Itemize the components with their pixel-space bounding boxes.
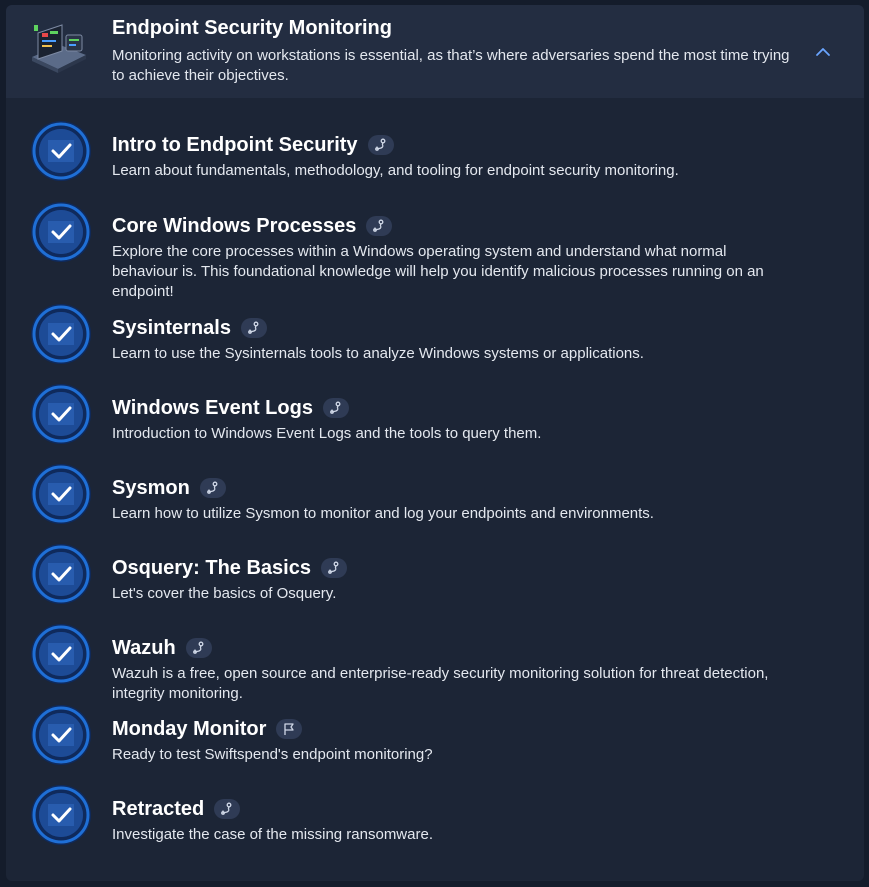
room-description: Learn to use the Sysinternals tools to a… xyxy=(112,345,644,362)
laptop-dashboard-icon xyxy=(28,21,90,83)
room-title-row: Osquery: The Basics xyxy=(112,554,347,582)
walkthrough-icon xyxy=(185,638,212,658)
walkthrough-icon xyxy=(322,398,349,418)
module-description: Monitoring activity on workstations is e… xyxy=(112,47,790,84)
chevron-up-icon[interactable] xyxy=(812,41,834,63)
room-title-row: Retracted xyxy=(112,795,241,823)
walkthrough-icon xyxy=(320,558,347,578)
walkthrough-icon xyxy=(214,799,241,819)
room-badge-completed-icon[interactable] xyxy=(30,303,92,365)
room-title-row: Core Windows Processes xyxy=(112,212,393,240)
room-badge-completed-icon[interactable] xyxy=(30,120,92,182)
room-description: Learn how to utilize Sysmon to monitor a… xyxy=(112,505,654,522)
walkthrough-icon xyxy=(366,216,393,236)
room-title-row: Windows Event Logs xyxy=(112,394,349,422)
room-badge-completed-icon[interactable] xyxy=(30,623,92,685)
room-title[interactable]: Core Windows Processes xyxy=(112,215,356,238)
module-title: Endpoint Security Monitoring xyxy=(112,17,392,39)
room-badge-completed-icon[interactable] xyxy=(30,201,92,263)
room-title-row: Monday Monitor xyxy=(112,715,303,743)
room-badge-completed-icon[interactable] xyxy=(30,704,92,766)
room-title[interactable]: Osquery: The Basics xyxy=(112,557,311,580)
room-title-row: Wazuh xyxy=(112,634,212,662)
room-title-row: Sysinternals xyxy=(112,314,267,342)
module-panel: Endpoint Security Monitoring Monitoring … xyxy=(6,5,864,881)
room-badge-completed-icon[interactable] xyxy=(30,784,92,846)
room-badge-completed-icon[interactable] xyxy=(30,383,92,445)
room-badge-completed-icon[interactable] xyxy=(30,463,92,525)
room-title[interactable]: Windows Event Logs xyxy=(112,397,313,420)
walkthrough-icon xyxy=(367,135,394,155)
walkthrough-icon xyxy=(199,478,226,498)
room-title[interactable]: Intro to Endpoint Security xyxy=(112,134,358,157)
module-header[interactable]: Endpoint Security Monitoring Monitoring … xyxy=(6,5,864,98)
room-title[interactable]: Sysinternals xyxy=(112,317,231,340)
room-description: Explore the core processes within a Wind… xyxy=(112,243,764,300)
room-description: Learn about fundamentals, methodology, a… xyxy=(112,162,679,179)
room-title[interactable]: Monday Monitor xyxy=(112,718,266,741)
room-description: Let's cover the basics of Osquery. xyxy=(112,585,337,602)
walkthrough-icon xyxy=(240,318,267,338)
room-title-row: Intro to Endpoint Security xyxy=(112,131,394,159)
room-description: Ready to test Swiftspend's endpoint moni… xyxy=(112,746,433,763)
room-title[interactable]: Wazuh xyxy=(112,637,176,660)
room-title[interactable]: Sysmon xyxy=(112,477,190,500)
room-badge-completed-icon[interactable] xyxy=(30,543,92,605)
room-description: Introduction to Windows Event Logs and t… xyxy=(112,425,542,442)
room-description: Investigate the case of the missing rans… xyxy=(112,826,433,843)
flag-icon xyxy=(276,719,303,739)
room-description: Wazuh is a free, open source and enterpr… xyxy=(112,665,769,702)
room-title[interactable]: Retracted xyxy=(112,798,204,821)
room-title-row: Sysmon xyxy=(112,474,226,502)
